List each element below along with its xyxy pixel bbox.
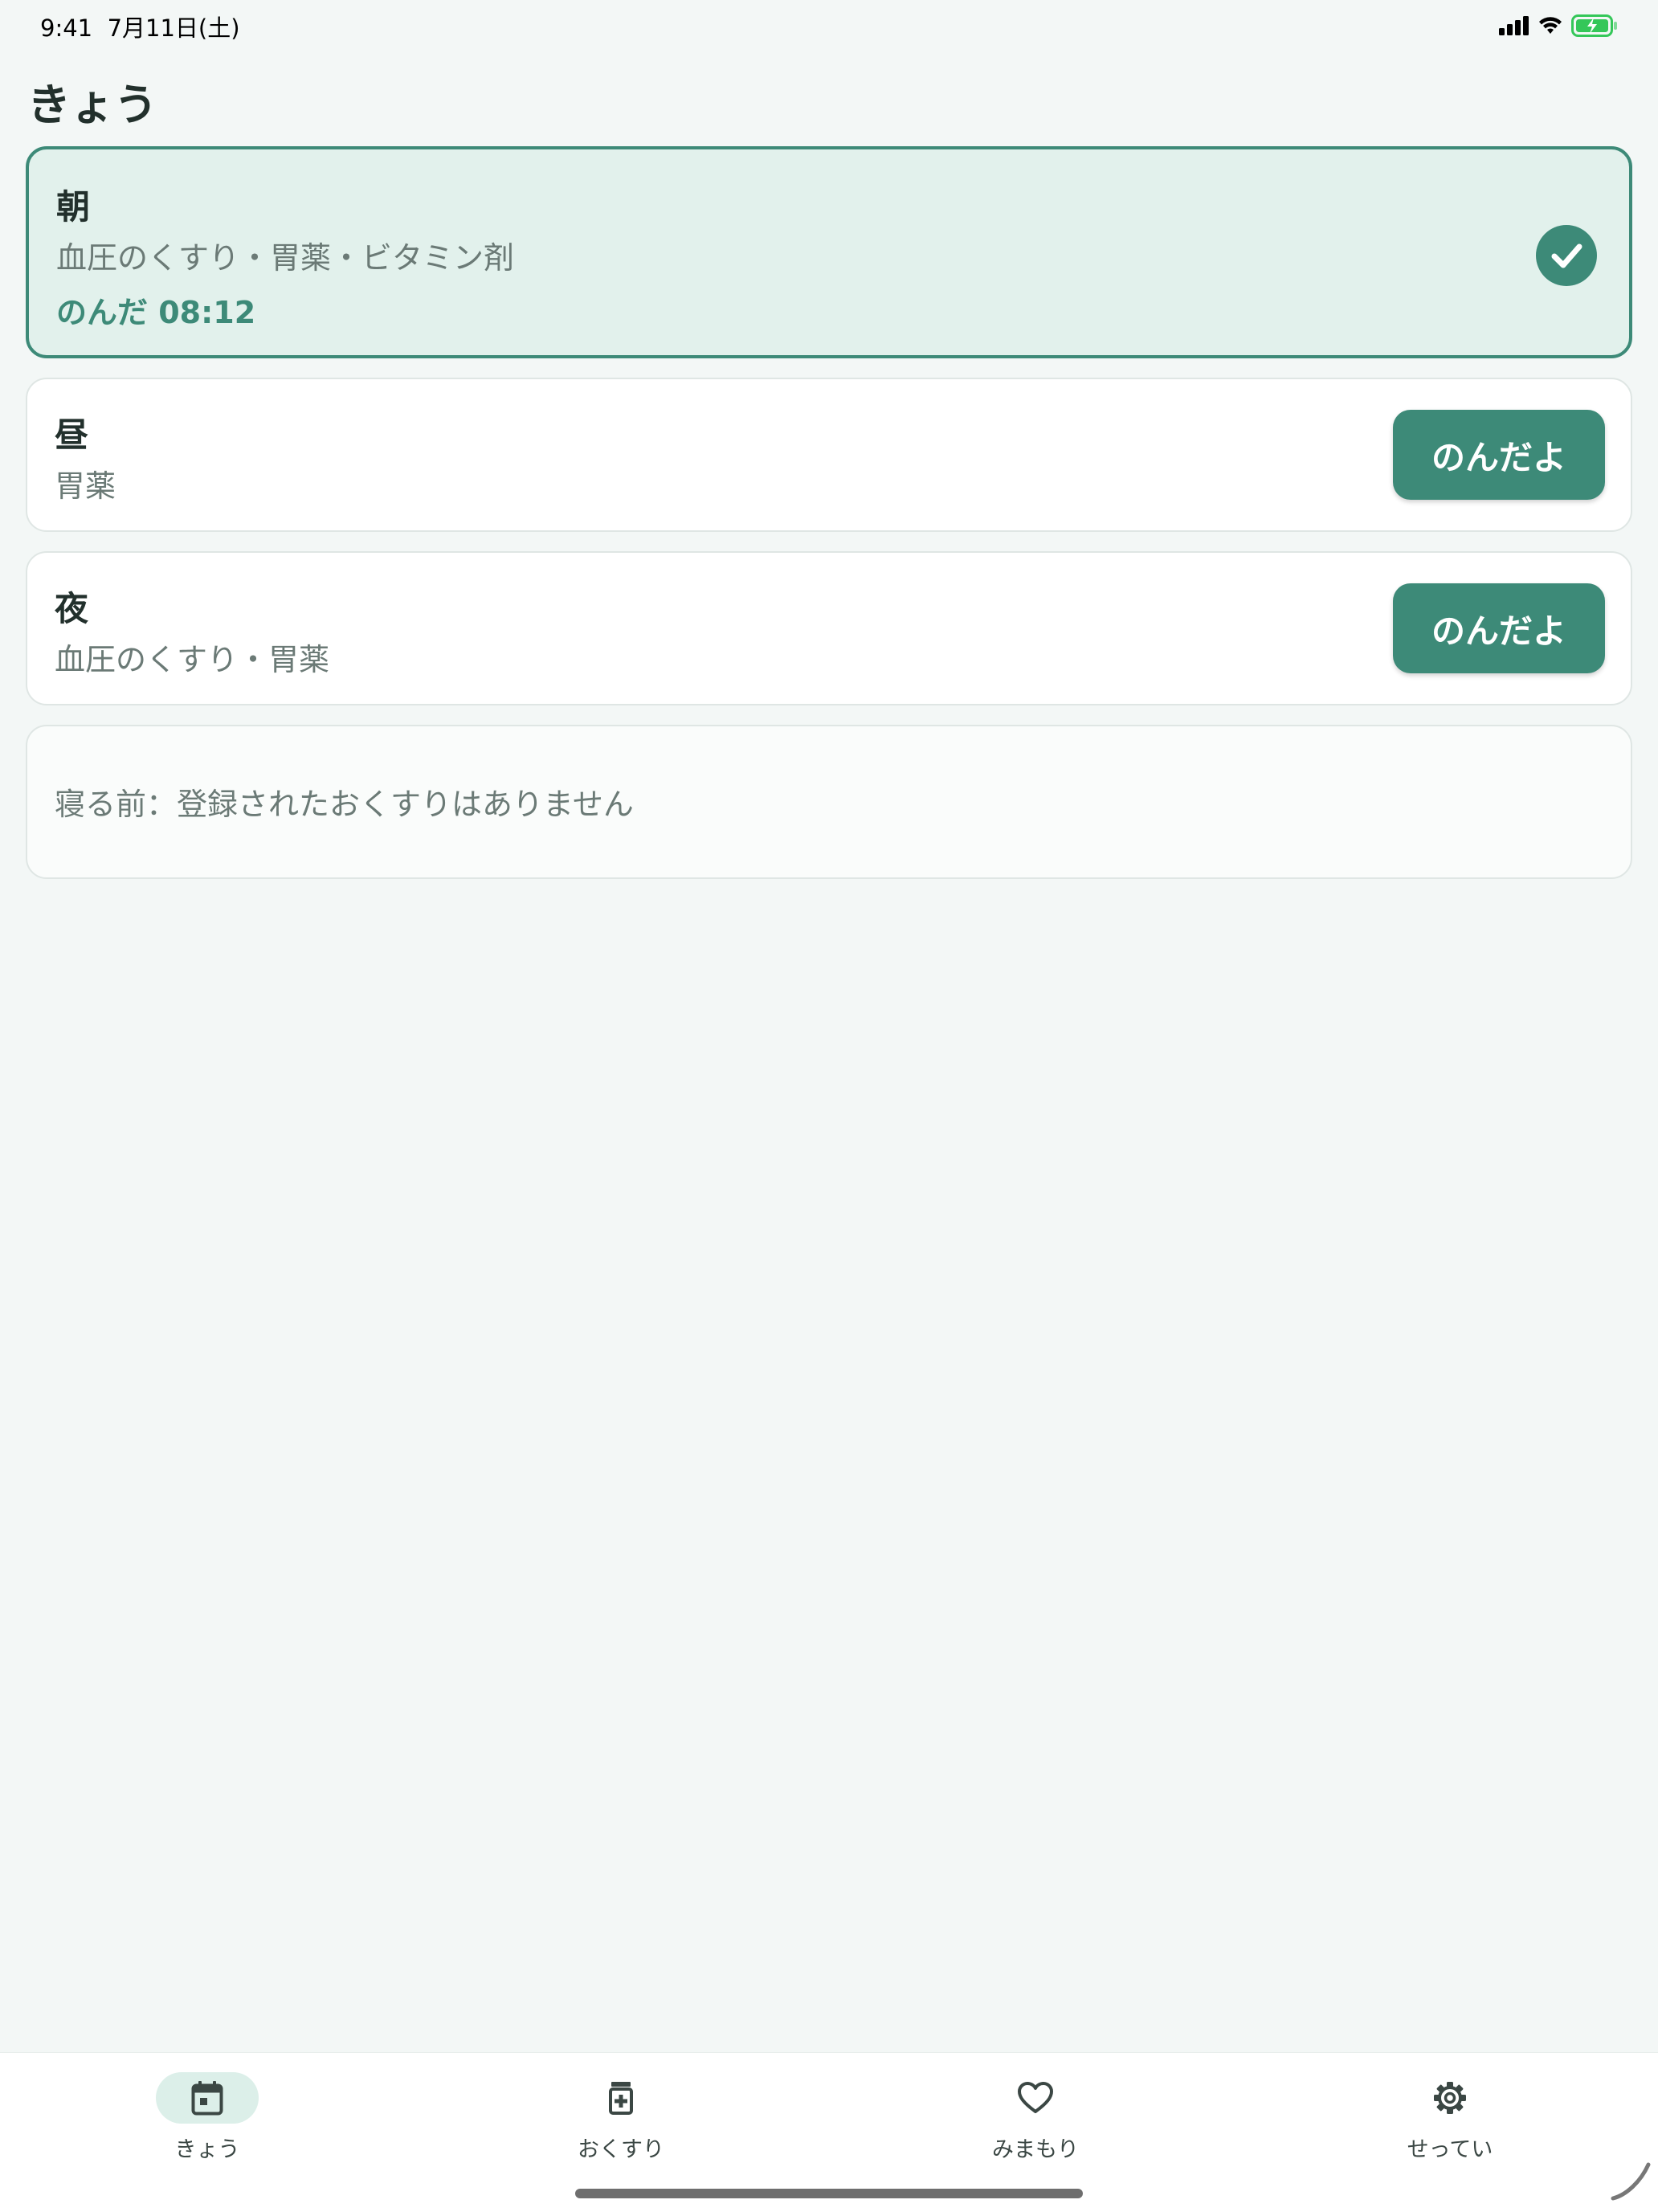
check-circle-icon <box>1536 225 1597 286</box>
slot-label: 夜 <box>55 589 89 628</box>
meds-list: 胃薬 <box>55 468 116 504</box>
took-it-button[interactable]: のんだよ <box>1393 583 1605 673</box>
status-clock: 9:41 <box>40 14 93 42</box>
tab-today[interactable]: きょう <box>111 2072 304 2177</box>
status-time: 9:41 7月11日(土) <box>40 10 240 43</box>
battery-charging-icon <box>1571 14 1617 37</box>
empty-message: 寝る前：登録されたおくすりはありません <box>55 787 634 822</box>
tab-icon-container <box>156 2072 259 2124</box>
home-indicator <box>575 2189 1083 2198</box>
meds-list: 血圧のくすり・胃薬・ビタミン剤 <box>56 240 515 276</box>
status-bar: 9:41 7月11日(土) <box>0 0 1658 51</box>
schedule-card-bedtime: 寝る前：登録されたおくすりはありません <box>26 725 1632 879</box>
schedule-card-night: 夜 血圧のくすり・胃薬 のんだよ <box>26 551 1632 705</box>
tab-icon-container <box>1399 2072 1501 2124</box>
tab-label: みまもり <box>992 2137 1079 2162</box>
wifi-icon <box>1539 17 1562 34</box>
heart-icon <box>1018 2082 1053 2113</box>
tab-icon-container <box>984 2072 1087 2124</box>
schedule-card-noon: 昼 胃薬 のんだよ <box>26 378 1632 532</box>
tab-settings[interactable]: せってい <box>1354 2072 1546 2177</box>
tab-medicine[interactable]: おくすり <box>525 2072 717 2177</box>
taken-time: のんだ 08:12 <box>56 295 256 330</box>
tab-label: おくすり <box>578 2137 664 2162</box>
slot-label: 朝 <box>56 187 91 227</box>
schedule-card-morning: 朝 血圧のくすり・胃薬・ビタミン剤 のんだ 08:12 <box>26 146 1632 358</box>
status-icons <box>1499 14 1618 37</box>
medicine-bottle-icon <box>609 2082 633 2115</box>
calendar-icon <box>191 2081 223 2116</box>
tab-watch[interactable]: みまもり <box>939 2072 1132 2177</box>
took-it-button[interactable]: のんだよ <box>1393 410 1605 500</box>
tab-label: せってい <box>1407 2137 1493 2162</box>
slot-label: 昼 <box>55 415 89 455</box>
meds-list: 血圧のくすり・胃薬 <box>55 642 330 677</box>
gear-icon <box>1434 2082 1466 2114</box>
status-date: 7月11日(土) <box>107 14 240 42</box>
tab-icon-container <box>570 2072 672 2124</box>
page-title: きょう <box>27 80 157 130</box>
tab-label: きょう <box>174 2137 240 2162</box>
pencil-hover-icon <box>1611 2162 1651 2201</box>
cellular-signal-icon <box>1499 16 1529 35</box>
